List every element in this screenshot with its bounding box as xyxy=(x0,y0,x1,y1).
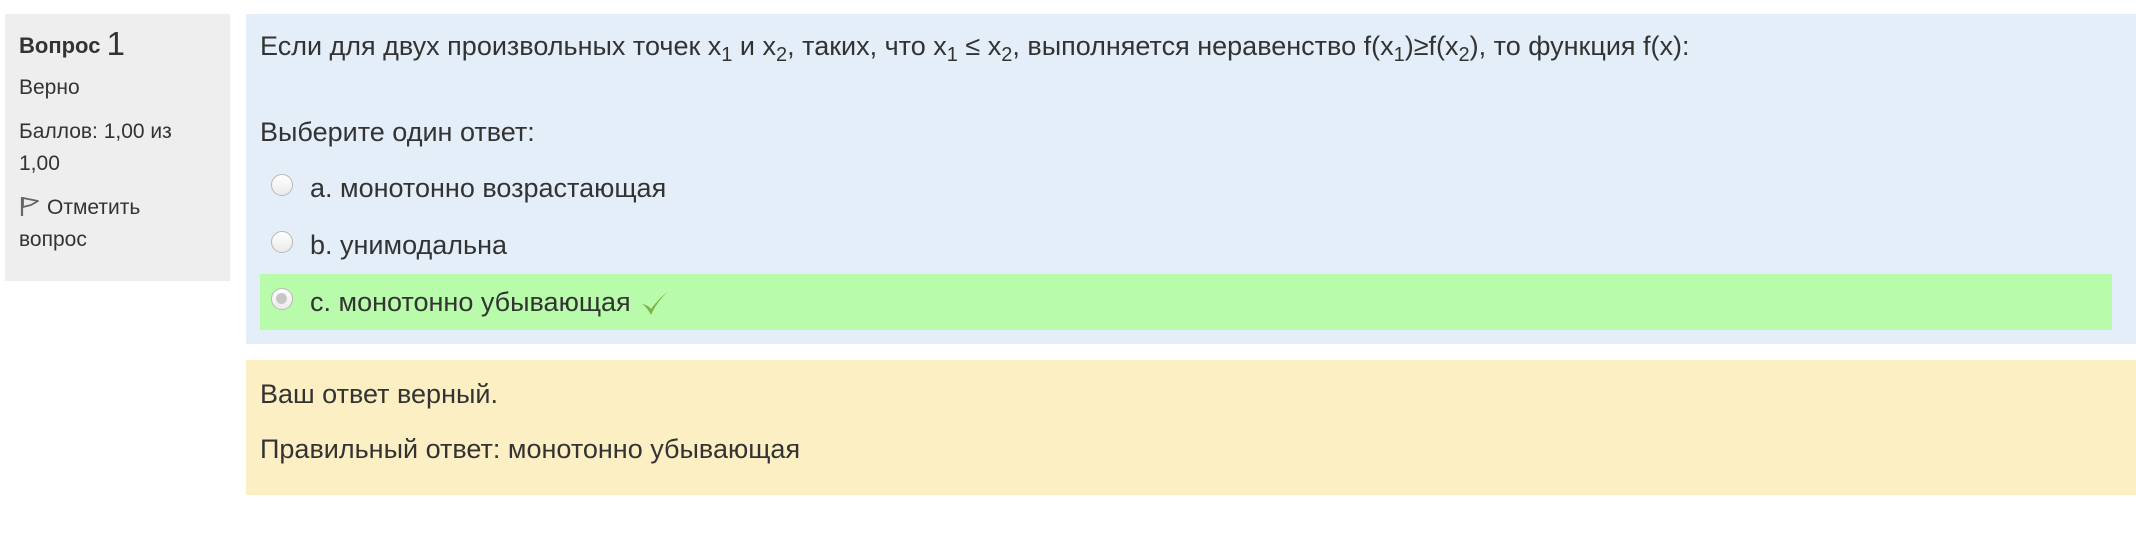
answer-c-radio[interactable] xyxy=(271,288,293,310)
answer-b-label[interactable]: b. унимодальна xyxy=(310,227,507,263)
answer-b-radio[interactable] xyxy=(271,231,293,253)
answer-c-label-wrap[interactable]: c. монотонно убывающая xyxy=(310,284,671,328)
grade-line-1: Баллов: 1,00 из xyxy=(19,120,172,143)
question-label: Вопрос xyxy=(19,33,101,58)
right-answer-text: Правильный ответ: монотонно убывающая xyxy=(260,434,801,464)
question-text: Если для двух произвольных точек x1 и x2… xyxy=(260,31,1690,66)
answer-a-label[interactable]: a. монотонно возрастающая xyxy=(310,170,666,206)
feedback-text: Ваш ответ верный. xyxy=(260,379,498,409)
flag-icon xyxy=(19,196,47,219)
question-number: Вопрос 1 xyxy=(19,26,216,64)
question-outcome: Ваш ответ верный. Правильный ответ: моно… xyxy=(246,360,2136,495)
answer-c-label[interactable]: c. монотонно убывающая xyxy=(310,287,631,317)
grade-line-2: 1,00 xyxy=(19,152,60,175)
flag-label-line-1: Отметить xyxy=(47,196,141,219)
question-formulation: Если для двух произвольных точек x1 и x2… xyxy=(246,14,2136,344)
answer-a-radio[interactable] xyxy=(271,174,293,196)
question-state: Верно xyxy=(19,76,80,99)
question-info-panel: Вопрос 1 Верно Баллов: 1,00 из 1,00 Отме… xyxy=(5,14,230,281)
flag-question-link[interactable]: Отметить вопрос xyxy=(19,192,216,256)
flag-label-line-2: вопрос xyxy=(19,228,87,251)
answer-option-c[interactable]: c. монотонно убывающая xyxy=(260,274,2112,330)
question-number-value: 1 xyxy=(106,25,125,62)
answer-prompt: Выберите один ответ: xyxy=(260,117,535,147)
answer-option-a[interactable]: a. монотонно возрастающая xyxy=(260,160,2112,216)
checkmark-icon xyxy=(639,287,671,328)
question-grade: Баллов: 1,00 из 1,00 xyxy=(19,116,216,180)
answer-option-b[interactable]: b. унимодальна xyxy=(260,217,2112,273)
